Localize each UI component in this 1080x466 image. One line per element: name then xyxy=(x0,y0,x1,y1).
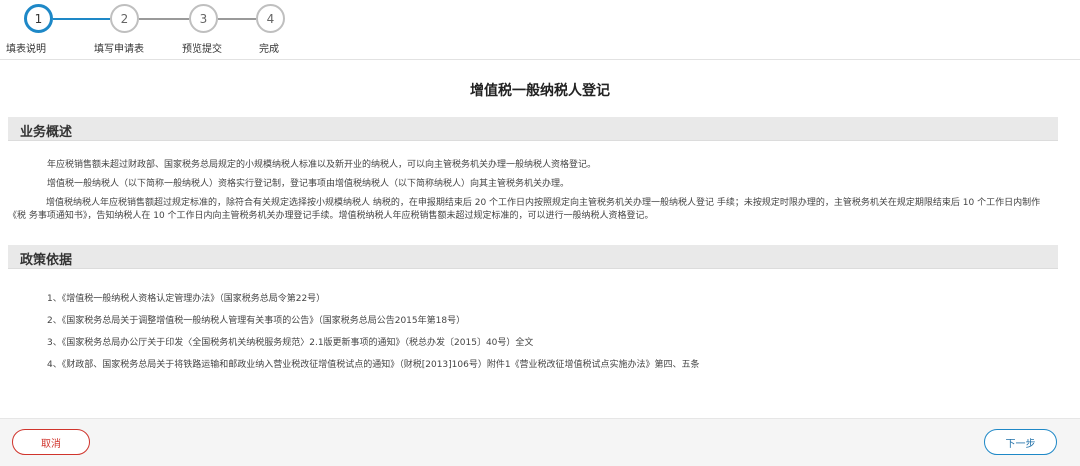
step-connector-1 xyxy=(53,18,110,20)
step-4-label: 完成 xyxy=(259,44,279,55)
step-2-label: 填写申请表 xyxy=(94,44,144,55)
step-1-number: 1 xyxy=(34,11,43,26)
step-1-circle: 1 xyxy=(24,4,53,33)
section-header-overview: 业务概述 xyxy=(8,117,1058,141)
section-heading-overview: 业务概述 xyxy=(20,125,73,140)
cancel-button[interactable]: 取消 xyxy=(12,429,90,455)
policy-item-4: 4、《财政部、国家税务总局关于将铁路运输和邮政业纳入营业税改征增值税试点的通知》… xyxy=(47,360,700,370)
footer-action-bar: 取消 下一步 xyxy=(0,418,1080,466)
page-title: 增值税一般纳税人登记 xyxy=(470,83,610,99)
policy-item-3: 3、《国家税务总局办公厅关于印发〈全国税务机关纳税服务规范〉2.1版更新事项的通… xyxy=(47,338,534,348)
section-heading-policy: 政策依据 xyxy=(20,253,73,268)
step-4-circle: 4 xyxy=(256,4,285,33)
step-2-circle: 2 xyxy=(110,4,139,33)
step-connector-2 xyxy=(139,18,189,20)
section-header-policy: 政策依据 xyxy=(8,245,1058,269)
overview-paragraph-1: 年应税销售额未超过财政部、国家税务总局规定的小规模纳税人标准以及新开业的纳税人，… xyxy=(47,160,597,170)
policy-item-1: 1、《增值税一般纳税人资格认定管理办法》（国家税务总局令第22号） xyxy=(47,294,326,304)
step-3-circle: 3 xyxy=(189,4,218,33)
step-2-number: 2 xyxy=(120,11,129,26)
form-instructions-panel: 增值税一般纳税人登记 业务概述 年应税销售额未超过财政部、国家税务总局规定的小规… xyxy=(0,60,1080,418)
overview-paragraph-3: 增值税纳税人年应税销售额超过规定标准的，除符合有关规定选择按小规模纳税人 纳税的… xyxy=(8,198,1041,221)
progress-stepper: 1 2 3 4 填表说明 填写申请表 预览提交 完成 xyxy=(0,0,1080,60)
policy-item-2: 2、《国家税务总局关于调整增值税一般纳税人管理有关事项的公告》（国家税务总局公告… xyxy=(47,316,466,326)
step-connector-3 xyxy=(218,18,256,20)
step-4-number: 4 xyxy=(266,11,275,26)
next-step-button[interactable]: 下一步 xyxy=(984,429,1057,455)
step-1-label: 填表说明 xyxy=(6,44,46,55)
step-3-number: 3 xyxy=(199,11,208,26)
step-3-label: 预览提交 xyxy=(182,44,222,55)
overview-paragraph-2: 增值税一般纳税人（以下简称一般纳税人）资格实行登记制，登记事项由增值税纳税人（以… xyxy=(47,179,570,189)
